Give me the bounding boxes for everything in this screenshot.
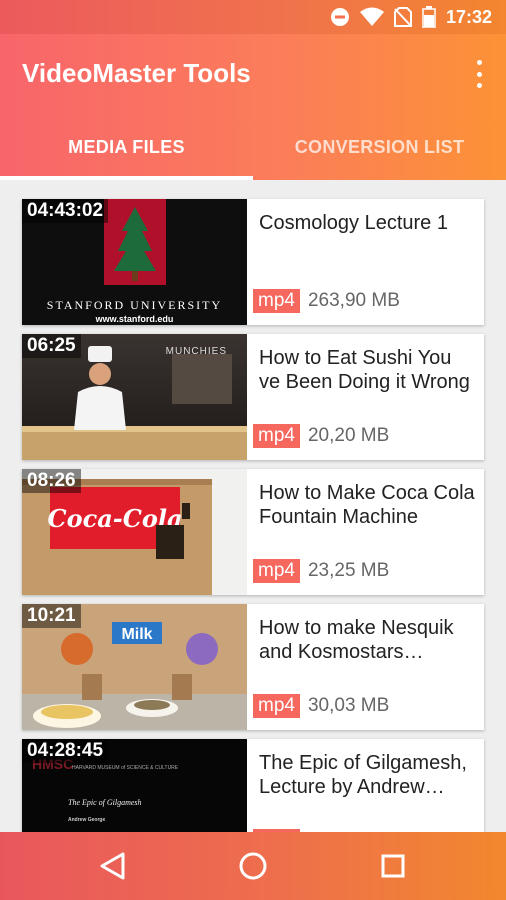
video-title: How to Make Coca Cola Fountain Machine: [259, 482, 475, 528]
format-badge: mp4: [253, 424, 300, 448]
battery-icon: [422, 6, 436, 28]
video-thumbnail[interactable]: STANFORD UNIVERSITY www.stanford.edu 04:…: [22, 199, 247, 325]
video-title: How to make Nesquik and Kosmostars machi…: [259, 617, 454, 663]
format-badge: mp4: [253, 694, 300, 718]
thumb-caption: MUNCHIES: [166, 346, 227, 357]
thumb-caption: The Epic of Gilgamesh: [68, 798, 142, 807]
thumb-speaker: Andrew George: [68, 817, 105, 823]
thumb-subcaption: HARVARD MUSEUM of SCIENCE & CULTURE: [72, 765, 179, 771]
duration-badge: 06:25: [22, 334, 81, 358]
video-title: How to Eat Sushi You ve Been Doing it Wr…: [259, 347, 470, 393]
tab-media-files[interactable]: MEDIA FILES: [0, 118, 253, 180]
thumb-caption: Milk: [121, 626, 152, 643]
wifi-icon: [359, 7, 384, 26]
home-icon[interactable]: [233, 846, 273, 886]
file-size: 30,03 MB: [307, 695, 390, 716]
duration-badge: 08:26: [22, 469, 81, 493]
no-sim-icon: [393, 7, 412, 27]
thumb-caption: STANFORD UNIVERSITY: [47, 298, 222, 312]
duration-badge: 10:21: [22, 604, 81, 628]
tab-conversion-list[interactable]: CONVERSION LIST: [253, 118, 506, 180]
app-title: VideoMaster Tools: [22, 58, 251, 88]
video-card[interactable]: Coca-Cola 08:26 How to Make Coca Cola Fo…: [22, 469, 484, 595]
video-thumbnail[interactable]: Milk 10:21: [22, 604, 247, 730]
status-time: 17:32: [445, 6, 492, 27]
navigation-bar: [0, 832, 506, 900]
back-icon[interactable]: [93, 846, 133, 886]
file-size: 23,25 MB: [307, 560, 390, 581]
duration-badge: 04:43:02: [22, 199, 109, 223]
video-card[interactable]: STANFORD UNIVERSITY www.stanford.edu 04:…: [22, 199, 484, 325]
recents-icon[interactable]: [373, 846, 413, 886]
status-bar: 17:32: [0, 0, 506, 34]
file-size: 263,90 MB: [307, 290, 400, 311]
thumb-url: www.stanford.edu: [95, 314, 174, 324]
video-title: The Epic of Gilgamesh, Lecture by Andrew…: [259, 752, 467, 798]
tab-indicator: [0, 176, 253, 180]
video-card[interactable]: Milk 10:21 How to make Nesquik and Kosmo…: [22, 604, 484, 730]
video-title: Cosmology Lecture 1: [259, 212, 448, 234]
format-badge: mp4: [253, 559, 300, 583]
video-thumbnail[interactable]: Coca-Cola 08:26: [22, 469, 247, 595]
duration-badge: 04:28:45: [22, 739, 109, 763]
format-badge: mp4: [253, 289, 300, 313]
file-size: 20,20 MB: [307, 425, 390, 446]
dnd-icon: [330, 8, 349, 26]
video-card[interactable]: MUNCHIES 06:25 How to Eat Sushi You ve B…: [22, 334, 484, 460]
more-vert-icon[interactable]: [472, 60, 486, 88]
video-thumbnail[interactable]: MUNCHIES 06:25: [22, 334, 247, 460]
